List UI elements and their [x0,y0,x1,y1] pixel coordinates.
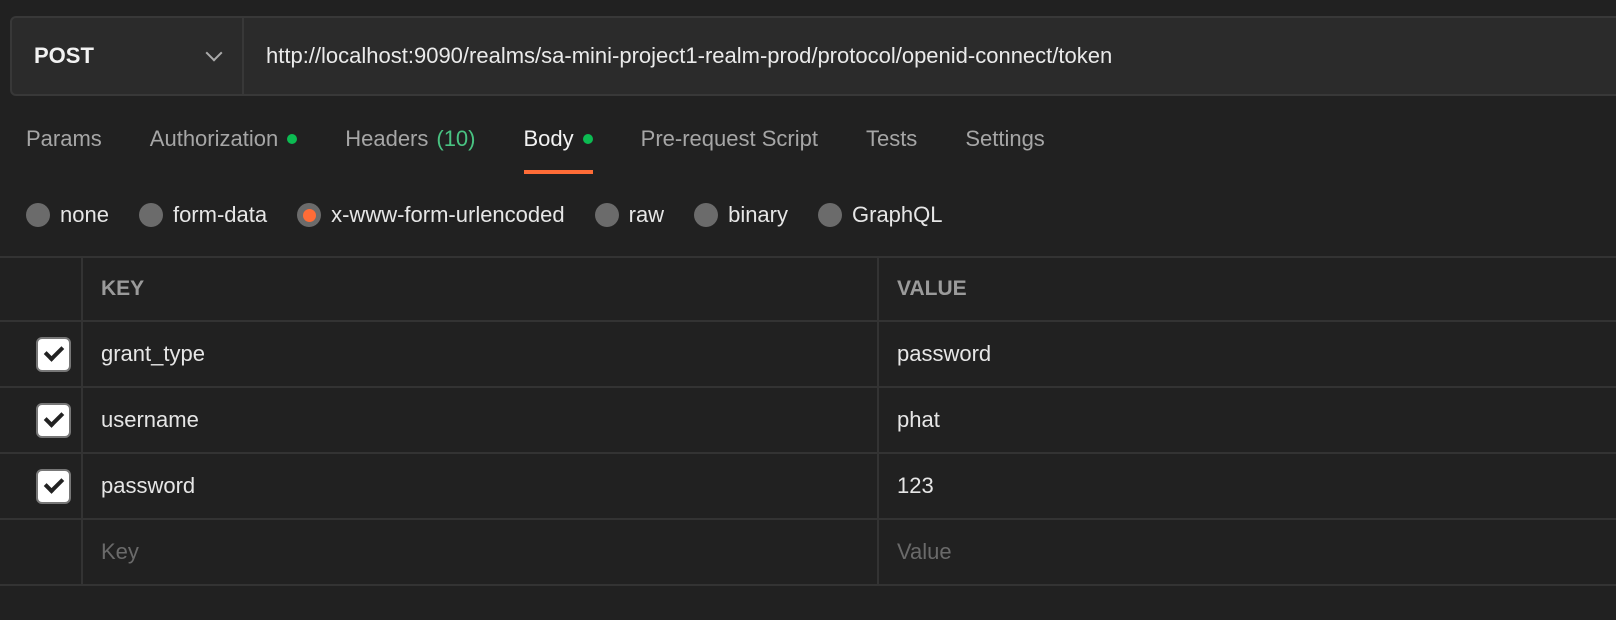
method-select[interactable]: POST [12,18,244,94]
tab-label: Params [26,126,102,151]
row-checkbox[interactable] [36,336,71,372]
tab-label: Authorization [149,126,279,151]
radio-label: GraphQL [852,202,943,227]
value-cell[interactable]: phat [879,388,1616,452]
tab-headers[interactable]: Headers (10) [345,126,475,174]
tab-label: Body [523,126,574,151]
radio-label: binary [728,202,788,227]
row-checkbox[interactable] [36,468,71,504]
value-cell[interactable]: 123 [879,454,1616,518]
request-bar: POST http://localhost:9090/realms/sa-min… [10,16,1616,96]
new-value-input[interactable]: Value [879,520,1616,584]
new-row: Key Value [0,520,1616,586]
table-row: grant_type password [0,322,1616,388]
status-dot-icon [287,134,298,144]
value-column-header: VALUE [897,277,967,300]
body-type-radios: none form-data x-www-form-urlencoded raw… [26,202,973,228]
tab-label: Headers [345,126,429,151]
radio-selected-icon [297,203,322,227]
tab-tests[interactable]: Tests [866,126,917,174]
radio-binary[interactable]: binary [694,202,788,228]
radio-label: none [60,202,109,227]
radio-icon [818,203,842,227]
radio-icon [594,203,619,227]
radio-x-www-form-urlencoded[interactable]: x-www-form-urlencoded [297,202,565,228]
chevron-down-icon [205,44,223,62]
radio-icon [26,203,50,227]
tab-label: Tests [865,126,918,151]
key-cell[interactable]: username [83,388,879,452]
method-label: POST [34,43,94,68]
radio-label: form-data [172,202,268,227]
headers-count: (10) [436,126,476,151]
radio-form-data[interactable]: form-data [138,202,268,228]
new-key-input[interactable]: Key [83,520,879,584]
tab-authorization[interactable]: Authorization [149,126,298,174]
table-header: KEY VALUE [0,256,1616,322]
key-column-header: KEY [83,258,879,320]
radio-raw[interactable]: raw [594,202,665,228]
radio-graphql[interactable]: GraphQL [818,202,943,228]
tab-body[interactable]: Body [523,126,593,174]
form-urlencoded-table: KEY VALUE grant_type password username p… [0,256,1616,586]
key-cell[interactable]: grant_type [83,322,879,386]
request-tabs: Params Authorization Headers (10) Body Pr… [26,126,1093,174]
checkbox-cell [0,322,83,386]
tab-pre-request-script[interactable]: Pre-request Script [641,126,818,174]
checkbox-cell [0,520,83,584]
row-checkbox[interactable] [36,402,71,438]
checkbox-cell [0,454,83,518]
value-cell[interactable]: password [879,322,1616,386]
radio-label: x-www-form-urlencoded [331,202,565,227]
tab-params[interactable]: Params [26,126,102,174]
radio-none[interactable]: none [26,202,109,228]
tab-settings[interactable]: Settings [965,126,1045,174]
checkbox-column-header [0,258,83,320]
tab-label: Settings [965,126,1045,151]
radio-label: raw [628,202,665,227]
checkbox-cell [0,388,83,452]
tab-label: Pre-request Script [640,126,818,151]
radio-icon [694,203,719,227]
radio-icon [138,203,163,227]
key-cell[interactable]: password [83,454,879,518]
table-row: password 123 [0,454,1616,520]
status-dot-icon [582,134,593,144]
table-row: username phat [0,388,1616,454]
url-input[interactable]: http://localhost:9090/realms/sa-mini-pro… [244,43,1112,69]
